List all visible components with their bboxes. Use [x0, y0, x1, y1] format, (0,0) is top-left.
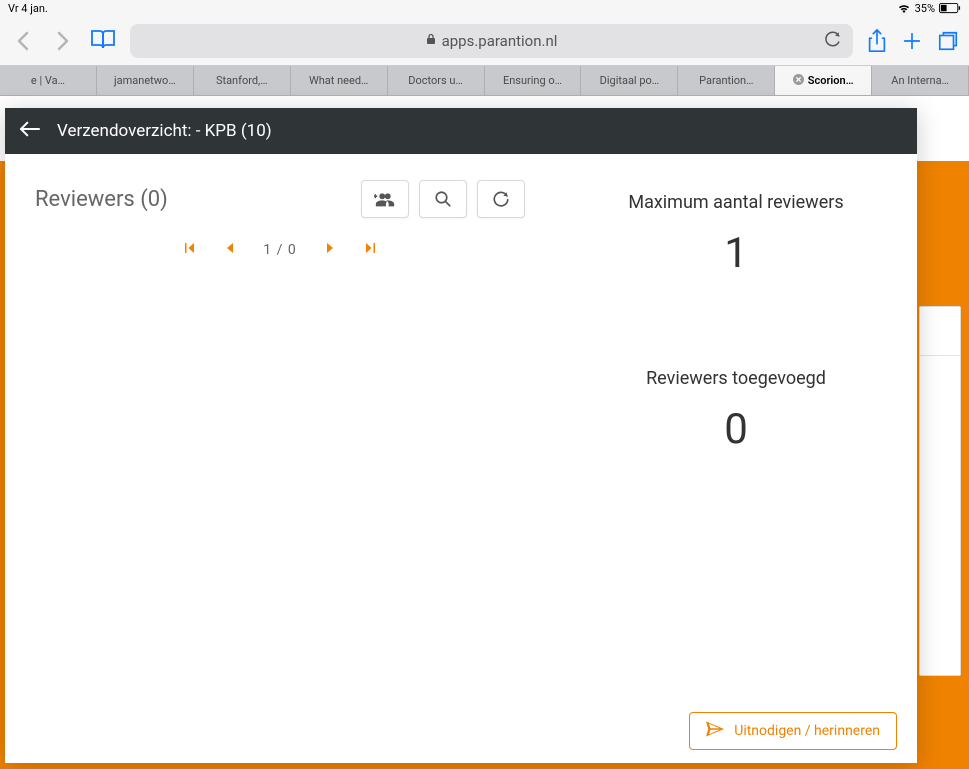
reviewers-added-value: 0: [585, 405, 887, 454]
invite-remind-button[interactable]: Uitnodigen / herinneren: [689, 712, 897, 750]
forward-nav-arrow[interactable]: [50, 31, 76, 51]
reviewers-added-stat: Reviewers toegevoegd 0: [585, 368, 887, 454]
modal-header: Verzendoverzicht: - KPB (10): [5, 108, 917, 154]
browser-tab[interactable]: jamanetwo…: [97, 66, 194, 95]
lock-icon: [426, 33, 436, 48]
browser-tab[interactable]: Ensuring o…: [485, 66, 582, 95]
max-reviewers-value: 1: [585, 229, 887, 278]
reviewers-added-label: Reviewers toegevoegd: [585, 368, 887, 389]
browser-tab[interactable]: Parantion…: [678, 66, 775, 95]
send-overview-modal: Verzendoverzicht: - KPB (10) Reviewers (…: [5, 108, 917, 763]
battery-icon: [939, 3, 961, 14]
url-host: apps.parantion.nl: [442, 32, 558, 50]
browser-tab[interactable]: An Interna…: [872, 66, 969, 95]
max-reviewers-stat: Maximum aantal reviewers 1: [585, 192, 887, 278]
modal-body: Reviewers (0): [5, 154, 917, 699]
battery-percent: 35%: [915, 2, 935, 15]
group-add-icon: [374, 191, 396, 207]
last-page-button[interactable]: [365, 242, 377, 258]
wifi-icon: [897, 3, 911, 13]
browser-tab-bar: e | Va… jamanetwo… Stanford,… What need……: [0, 66, 969, 96]
browser-tab-active[interactable]: Scorion…: [775, 66, 872, 95]
browser-tab[interactable]: Digitaal po…: [581, 66, 678, 95]
ios-status-bar: Vr 4 jan. 35%: [0, 0, 969, 16]
new-tab-icon[interactable]: [901, 30, 923, 52]
browser-tab[interactable]: e | Va…: [0, 66, 97, 95]
modal-footer: Uitnodigen / herinneren: [5, 699, 917, 763]
search-icon: [434, 190, 452, 208]
page-indicator: 1 / 0: [263, 242, 296, 258]
safari-toolbar: apps.parantion.nl: [0, 16, 969, 66]
invite-button-label: Uitnodigen / herinneren: [734, 723, 880, 739]
search-button[interactable]: [419, 180, 467, 218]
next-page-button[interactable]: [327, 242, 335, 258]
max-reviewers-label: Maximum aantal reviewers: [585, 192, 887, 213]
reviewers-heading: Reviewers (0): [35, 187, 168, 212]
reviewers-column: Reviewers (0): [35, 180, 525, 673]
close-icon[interactable]: [793, 74, 804, 88]
browser-tab[interactable]: Doctors u…: [388, 66, 485, 95]
reload-icon[interactable]: [823, 30, 841, 52]
stats-column: Maximum aantal reviewers 1 Reviewers toe…: [585, 180, 887, 673]
send-icon: [706, 721, 724, 741]
refresh-icon: [492, 190, 510, 208]
modal-title: Verzendoverzicht: - KPB (10): [57, 121, 272, 141]
add-people-button[interactable]: [361, 180, 409, 218]
status-right: 35%: [897, 2, 961, 15]
browser-tab[interactable]: Stanford,…: [194, 66, 291, 95]
tabs-icon[interactable]: [937, 30, 959, 52]
status-time: Vr 4 jan.: [8, 2, 48, 15]
browser-tab[interactable]: What need…: [291, 66, 388, 95]
pagination: 1 / 0: [35, 242, 525, 258]
first-page-button[interactable]: [183, 242, 195, 258]
prev-page-button[interactable]: [225, 242, 233, 258]
refresh-button[interactable]: [477, 180, 525, 218]
back-nav-arrow[interactable]: [10, 31, 36, 51]
address-bar[interactable]: apps.parantion.nl: [130, 24, 853, 58]
share-icon[interactable]: [867, 29, 887, 53]
action-button-group: [361, 180, 525, 218]
modal-back-button[interactable]: [19, 120, 41, 142]
bookmarks-icon[interactable]: [90, 28, 116, 54]
background-card: [919, 306, 961, 676]
